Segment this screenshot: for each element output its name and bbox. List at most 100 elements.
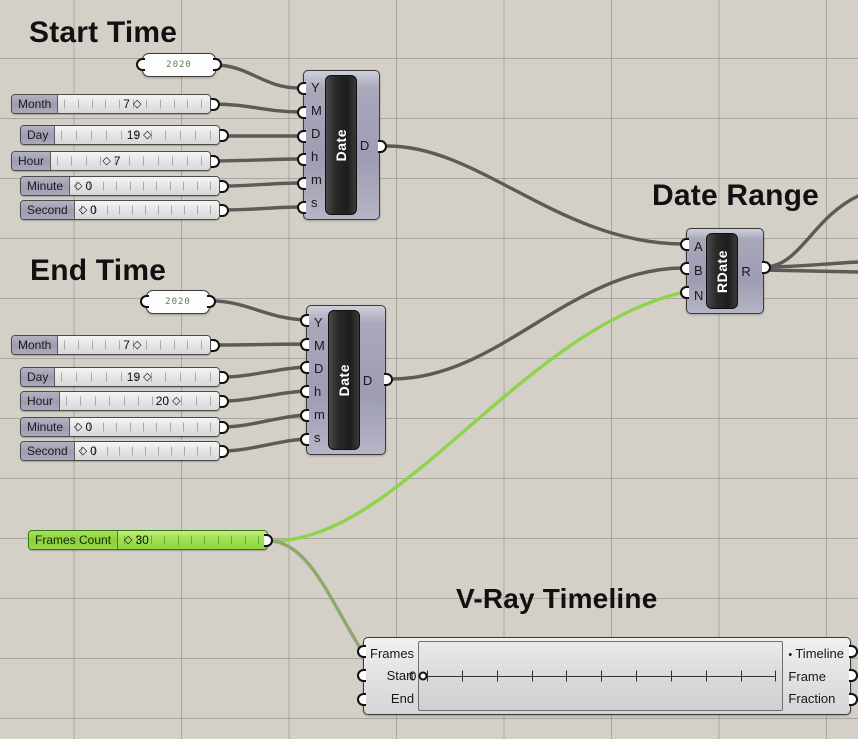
slider-grip-icon[interactable]: ◇ <box>133 98 141 110</box>
slider-end-second[interactable]: Second ◇ 0 <box>20 441 220 461</box>
node-end-date-inputs: Y M D h m s <box>307 306 325 454</box>
port-end-year-out[interactable] <box>207 295 216 308</box>
slider-start-hour-track[interactable]: ◇ 7 <box>51 152 210 170</box>
slider-start-month-track[interactable]: 7 ◇ <box>58 95 210 113</box>
slider-start-month-label: Month <box>12 95 59 113</box>
port-start-year-in[interactable] <box>136 58 145 71</box>
port-timeline-frames[interactable] <box>357 645 366 658</box>
tick-marks <box>80 205 211 215</box>
port-start-date-D[interactable] <box>297 130 306 143</box>
vray-timeline-slider[interactable]: 0 <box>409 641 784 711</box>
slider-grip-icon[interactable]: ◇ <box>74 421 82 433</box>
port-label-h: h <box>311 149 319 164</box>
slider-end-month-track[interactable]: 7 ◇ <box>58 336 210 354</box>
node-start-date-inputs: Y M D h m s <box>304 71 322 219</box>
port-end-date-D[interactable] <box>300 361 309 374</box>
grasshopper-canvas[interactable]: Start Time End Time Date Range V-Ray Tim… <box>0 0 858 739</box>
port-timeline-out-frame[interactable] <box>849 669 858 682</box>
port-end-year-in[interactable] <box>140 295 149 308</box>
slider-start-minute[interactable]: Minute ◇ 0 <box>20 176 220 196</box>
port-end-minute-out[interactable] <box>220 421 229 434</box>
port-end-second-out[interactable] <box>220 445 229 458</box>
slider-end-minute[interactable]: Minute ◇ 0 <box>20 417 220 437</box>
slider-end-month-value: 7 <box>123 338 130 352</box>
node-end-date-outputs: D <box>363 306 381 454</box>
slider-frames-count[interactable]: Frames Count ◇ 30 <box>28 530 268 550</box>
port-rdate-B[interactable] <box>680 262 689 275</box>
port-end-date-h[interactable] <box>300 385 309 398</box>
port-label-R-out: R <box>741 263 751 279</box>
node-end-date[interactable]: Y M D h m s Date D <box>306 305 386 455</box>
slider-end-day-value: 19 <box>126 370 141 384</box>
port-timeline-out-fraction[interactable] <box>849 693 858 706</box>
slider-start-minute-track[interactable]: ◇ 0 <box>70 177 219 195</box>
slider-grip-icon[interactable]: ◇ <box>133 339 141 351</box>
port-start-date-m[interactable] <box>297 177 306 190</box>
port-rdate-A[interactable] <box>680 238 689 251</box>
slider-grip-icon[interactable]: ◇ <box>102 155 110 167</box>
port-label-D-out: D <box>362 372 373 388</box>
node-start-date[interactable]: Y M D h m s Date D <box>303 70 380 220</box>
slider-end-day-track[interactable]: 19 ◇ <box>55 368 219 386</box>
slider-frames-count-track[interactable]: ◇ 30 <box>118 531 267 549</box>
slider-thumb[interactable] <box>418 671 428 681</box>
port-end-date-out[interactable] <box>384 373 393 386</box>
port-start-date-out[interactable] <box>378 140 387 153</box>
port-start-date-s[interactable] <box>297 201 306 214</box>
node-rdate[interactable]: A B N RDate R <box>686 228 764 314</box>
port-frames-count-out[interactable] <box>264 534 273 547</box>
port-end-date-s[interactable] <box>300 433 309 446</box>
slider-start-second-track[interactable]: ◇ 0 <box>74 201 219 219</box>
port-end-day-out[interactable] <box>220 371 229 384</box>
slider-start-day-track[interactable]: 19 ◇ <box>55 126 219 144</box>
slider-start-hour[interactable]: Hour ◇ 7 <box>11 151 211 171</box>
port-start-hour-out[interactable] <box>211 155 220 168</box>
port-start-day-out[interactable] <box>220 129 229 142</box>
port-rdate-out-R[interactable] <box>762 261 771 274</box>
port-timeline-end[interactable] <box>357 693 366 706</box>
slider-end-minute-value: 0 <box>85 420 93 434</box>
slider-start-day[interactable]: Day 19 ◇ <box>20 125 220 145</box>
slider-end-hour-track[interactable]: 20 ◇ <box>60 392 219 410</box>
port-start-year-out[interactable] <box>213 58 222 71</box>
port-timeline-start[interactable] <box>357 669 366 682</box>
port-start-month-out[interactable] <box>211 98 220 111</box>
slider-grip-icon[interactable]: ◇ <box>172 395 180 407</box>
port-end-date-M[interactable] <box>300 338 309 351</box>
port-end-hour-out[interactable] <box>220 395 229 408</box>
slider-start-month[interactable]: Month 7 ◇ <box>11 94 211 114</box>
port-start-date-Y[interactable] <box>297 82 306 95</box>
tick-marks <box>76 422 211 432</box>
slider-grip-icon[interactable]: ◇ <box>143 129 151 141</box>
slider-end-minute-track[interactable]: ◇ 0 <box>70 418 219 436</box>
slider-end-month[interactable]: Month 7 ◇ <box>11 335 211 355</box>
tick-marks <box>80 446 211 456</box>
slider-end-second-track[interactable]: ◇ 0 <box>74 442 219 460</box>
port-start-date-h[interactable] <box>297 153 306 166</box>
slider-grip-icon[interactable]: ◇ <box>79 445 87 457</box>
port-start-second-out[interactable] <box>220 204 229 217</box>
slider-end-hour[interactable]: Hour 20 ◇ <box>20 391 220 411</box>
port-end-month-out[interactable] <box>211 339 220 352</box>
slider-grip-icon[interactable]: ◇ <box>79 204 87 216</box>
port-label-M: M <box>314 338 325 353</box>
port-label-D: D <box>314 361 324 376</box>
panel-end-year[interactable]: 2020 <box>146 290 210 314</box>
node-vray-timeline[interactable]: Frames Start End 0 Timeline Frame Fracti… <box>363 637 851 715</box>
port-timeline-out-timeline[interactable] <box>849 645 858 658</box>
port-end-date-Y[interactable] <box>300 314 309 327</box>
port-label-Y: Y <box>311 80 320 95</box>
port-end-date-m[interactable] <box>300 409 309 422</box>
port-start-minute-out[interactable] <box>220 180 229 193</box>
slider-end-day[interactable]: Day 19 ◇ <box>20 367 220 387</box>
node-start-date-title: Date <box>324 75 357 215</box>
slider-grip-icon[interactable]: ◇ <box>124 534 132 546</box>
slider-start-second[interactable]: Second ◇ 0 <box>20 200 220 220</box>
panel-start-year[interactable]: 2020 <box>142 53 216 77</box>
slider-grip-icon[interactable]: ◇ <box>143 371 151 383</box>
port-rdate-N[interactable] <box>680 286 689 299</box>
port-start-date-M[interactable] <box>297 106 306 119</box>
slider-end-second-label: Second <box>21 442 75 460</box>
slider-grip-icon[interactable]: ◇ <box>74 180 82 192</box>
node-end-date-title-text: Date <box>335 363 352 397</box>
